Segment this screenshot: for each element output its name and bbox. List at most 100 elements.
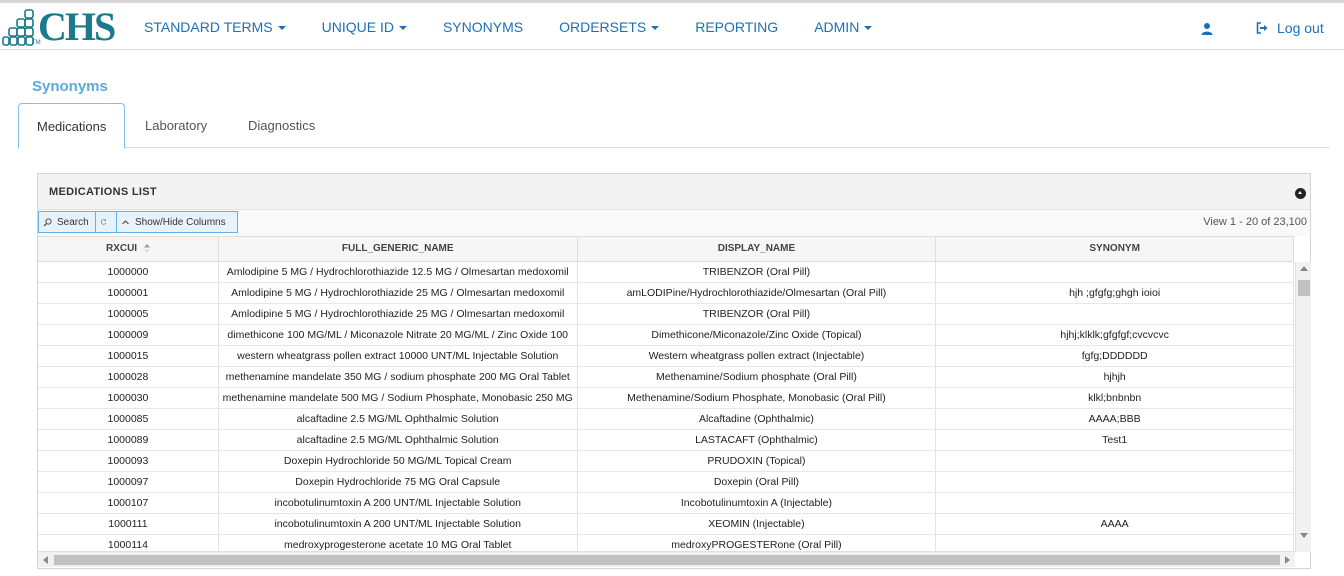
cell-display-name: medroxyPROGESTERone (Oral Pill) <box>578 535 937 552</box>
table-row[interactable]: 1000015 western wheatgrass pollen extract… <box>38 346 1294 367</box>
cell-display-name: LASTACAFT (Ophthalmic) <box>578 430 937 450</box>
logout-link[interactable]: Log out <box>1256 20 1324 36</box>
table-row[interactable]: 1000114 medroxyprogesterone acetate 10 MG… <box>38 535 1294 552</box>
nav-synonyms[interactable]: SYNONYMS <box>425 19 541 35</box>
table-row[interactable]: 1000097 Doxepin Hydrochloride 75 MG Oral … <box>38 472 1294 493</box>
cell-synonym <box>936 472 1294 492</box>
scroll-thumb[interactable] <box>1298 280 1310 296</box>
cell-rxcui: 1000093 <box>38 451 219 471</box>
table-row[interactable]: 1000089 alcaftadine 2.5 MG/ML Ophthalmic … <box>38 430 1294 451</box>
refresh-icon <box>100 219 107 225</box>
table-row[interactable]: 1000005 Amlodipine 5 MG / Hydrochlorothia… <box>38 304 1294 325</box>
nav-reporting[interactable]: REPORTING <box>677 19 796 35</box>
chevron-up-icon <box>122 219 129 224</box>
cell-display-name: TRIBENZOR (Oral Pill) <box>578 262 937 282</box>
column-header-display-name[interactable]: DISPLAY_NAME <box>578 237 937 261</box>
cell-display-name: Alcaftadine (Ophthalmic) <box>578 409 937 429</box>
search-button[interactable]: Search <box>38 211 96 233</box>
cell-synonym: AAAA;BBB <box>936 409 1294 429</box>
column-label: SYNONYM <box>1089 243 1140 254</box>
cell-rxcui: 1000028 <box>38 367 219 387</box>
tab-laboratory[interactable]: Laboratory <box>127 103 225 148</box>
cell-rxcui: 1000001 <box>38 283 219 303</box>
sign-out-icon <box>1256 22 1268 34</box>
table-row[interactable]: 1000111 incobotulinumtoxin A 200 UNT/ML I… <box>38 514 1294 535</box>
cell-synonym: fgfg;DDDDDD <box>936 346 1294 366</box>
tab-diagnostics[interactable]: Diagnostics <box>230 103 333 148</box>
table-row[interactable]: 1000001 Amlodipine 5 MG / Hydrochlorothia… <box>38 283 1294 304</box>
cell-synonym: hjhjh <box>936 367 1294 387</box>
table-row[interactable]: 1000030 methenamine mandelate 500 MG / So… <box>38 388 1294 409</box>
logo-text: CHS <box>38 4 116 49</box>
collapse-icon[interactable] <box>1295 188 1306 199</box>
caret-down-icon <box>864 25 873 30</box>
cell-rxcui: 1000097 <box>38 472 219 492</box>
cell-full-generic-name: Doxepin Hydrochloride 50 MG/ML Topical C… <box>219 451 578 471</box>
refresh-button[interactable] <box>95 211 117 233</box>
vertical-scrollbar[interactable] <box>1295 262 1311 552</box>
logo-mark-icon <box>2 9 34 46</box>
horizontal-scrollbar[interactable] <box>38 551 1295 567</box>
cell-full-generic-name: Amlodipine 5 MG / Hydrochlorothiazide 25… <box>219 283 578 303</box>
nav-label: STANDARD TERMS <box>144 18 273 35</box>
nav-admin[interactable]: ADMIN <box>796 19 890 35</box>
cell-display-name: Western wheatgrass pollen extract (Injec… <box>578 346 937 366</box>
show-hide-columns-label: Show/Hide Columns <box>135 216 226 228</box>
synonym-tabs: Medications Laboratory Diagnostics <box>18 103 1330 149</box>
table-row[interactable]: 1000028 methenamine mandelate 350 MG / so… <box>38 367 1294 388</box>
table-row[interactable]: 1000107 incobotulinumtoxin A 200 UNT/ML I… <box>38 493 1294 514</box>
cell-full-generic-name: Doxepin Hydrochloride 75 MG Oral Capsule <box>219 472 578 492</box>
table-row[interactable]: 1000009 dimethicone 100 MG/ML / Miconazol… <box>38 325 1294 346</box>
cell-full-generic-name: incobotulinumtoxin A 200 UNT/ML Injectab… <box>219 493 578 513</box>
cell-full-generic-name: dimethicone 100 MG/ML / Miconazole Nitra… <box>219 325 578 345</box>
cell-rxcui: 1000000 <box>38 262 219 282</box>
top-navbar: CHS TM STANDARD TERMS UNIQUE ID SYNONYMS… <box>0 0 1344 50</box>
scroll-right-icon[interactable] <box>1285 556 1290 564</box>
cell-rxcui: 1000009 <box>38 325 219 345</box>
chs-logo[interactable]: CHS TM <box>2 6 117 50</box>
user-icon[interactable] <box>1200 22 1214 36</box>
cell-rxcui: 1000114 <box>38 535 219 552</box>
tab-label: Medications <box>37 119 107 134</box>
cell-display-name: Incobotulinumtoxin A (Injectable) <box>578 493 937 513</box>
grid-header-row: RXCUI FULL_GENERIC_NAME DISPLAY_NAME SYN… <box>38 236 1295 262</box>
cell-display-name: TRIBENZOR (Oral Pill) <box>578 304 937 324</box>
panel-header: MEDICATIONS LIST <box>38 174 1310 210</box>
cell-full-generic-name: Amlodipine 5 MG / Hydrochlorothiazide 12… <box>219 262 578 282</box>
cell-display-name: Methenamine/Sodium phosphate (Oral Pill) <box>578 367 937 387</box>
scroll-left-icon[interactable] <box>43 556 48 564</box>
nav-standard-terms[interactable]: STANDARD TERMS <box>126 19 304 35</box>
table-row[interactable]: 1000085 alcaftadine 2.5 MG/ML Ophthalmic … <box>38 409 1294 430</box>
show-hide-columns-button[interactable]: Show/Hide Columns <box>116 211 238 233</box>
nav-ordersets[interactable]: ORDERSETS <box>541 19 677 35</box>
nav-label: SYNONYMS <box>442 18 524 35</box>
cell-full-generic-name: medroxyprogesterone acetate 10 MG Oral T… <box>219 535 578 552</box>
column-header-rxcui[interactable]: RXCUI <box>38 237 219 261</box>
table-row[interactable]: 1000093 Doxepin Hydrochloride 50 MG/ML To… <box>38 451 1294 472</box>
cell-synonym: hjhj;klklk;gfgfgf;cvcvcvc <box>936 325 1294 345</box>
cell-full-generic-name: methenamine mandelate 350 MG / sodium ph… <box>219 367 578 387</box>
medications-grid-panel: MEDICATIONS LIST Search Show/Hide Column… <box>37 173 1311 569</box>
cell-rxcui: 1000015 <box>38 346 219 366</box>
scroll-down-icon[interactable] <box>1300 533 1308 538</box>
cell-display-name: Methenamine/Sodium Phosphate, Monobasic … <box>578 388 937 408</box>
cell-rxcui: 1000030 <box>38 388 219 408</box>
tab-label: Laboratory <box>145 118 208 133</box>
grid-toolbar: Search Show/Hide Columns View 1 - 20 of … <box>38 210 1310 236</box>
grid-body: 1000000 Amlodipine 5 MG / Hydrochlorothia… <box>38 262 1294 552</box>
scroll-up-icon[interactable] <box>1300 266 1308 271</box>
caret-down-icon <box>398 25 407 30</box>
tab-medications[interactable]: Medications <box>18 103 125 149</box>
table-row[interactable]: 1000000 Amlodipine 5 MG / Hydrochlorothia… <box>38 262 1294 283</box>
column-label: DISPLAY_NAME <box>717 243 796 254</box>
logout-label: Log out <box>1277 20 1324 36</box>
cell-full-generic-name: Amlodipine 5 MG / Hydrochlorothiazide 25… <box>219 304 578 324</box>
column-header-synonym[interactable]: SYNONYM <box>936 237 1295 261</box>
nav-label: ORDERSETS <box>559 18 647 35</box>
nav-unique-id[interactable]: UNIQUE ID <box>304 19 425 35</box>
cell-full-generic-name: incobotulinumtoxin A 200 UNT/ML Injectab… <box>219 514 578 534</box>
panel-title: MEDICATIONS LIST <box>49 186 157 198</box>
scroll-thumb[interactable] <box>54 555 1280 565</box>
cell-synonym: Test1 <box>936 430 1294 450</box>
column-header-full-generic-name[interactable]: FULL_GENERIC_NAME <box>219 237 578 261</box>
